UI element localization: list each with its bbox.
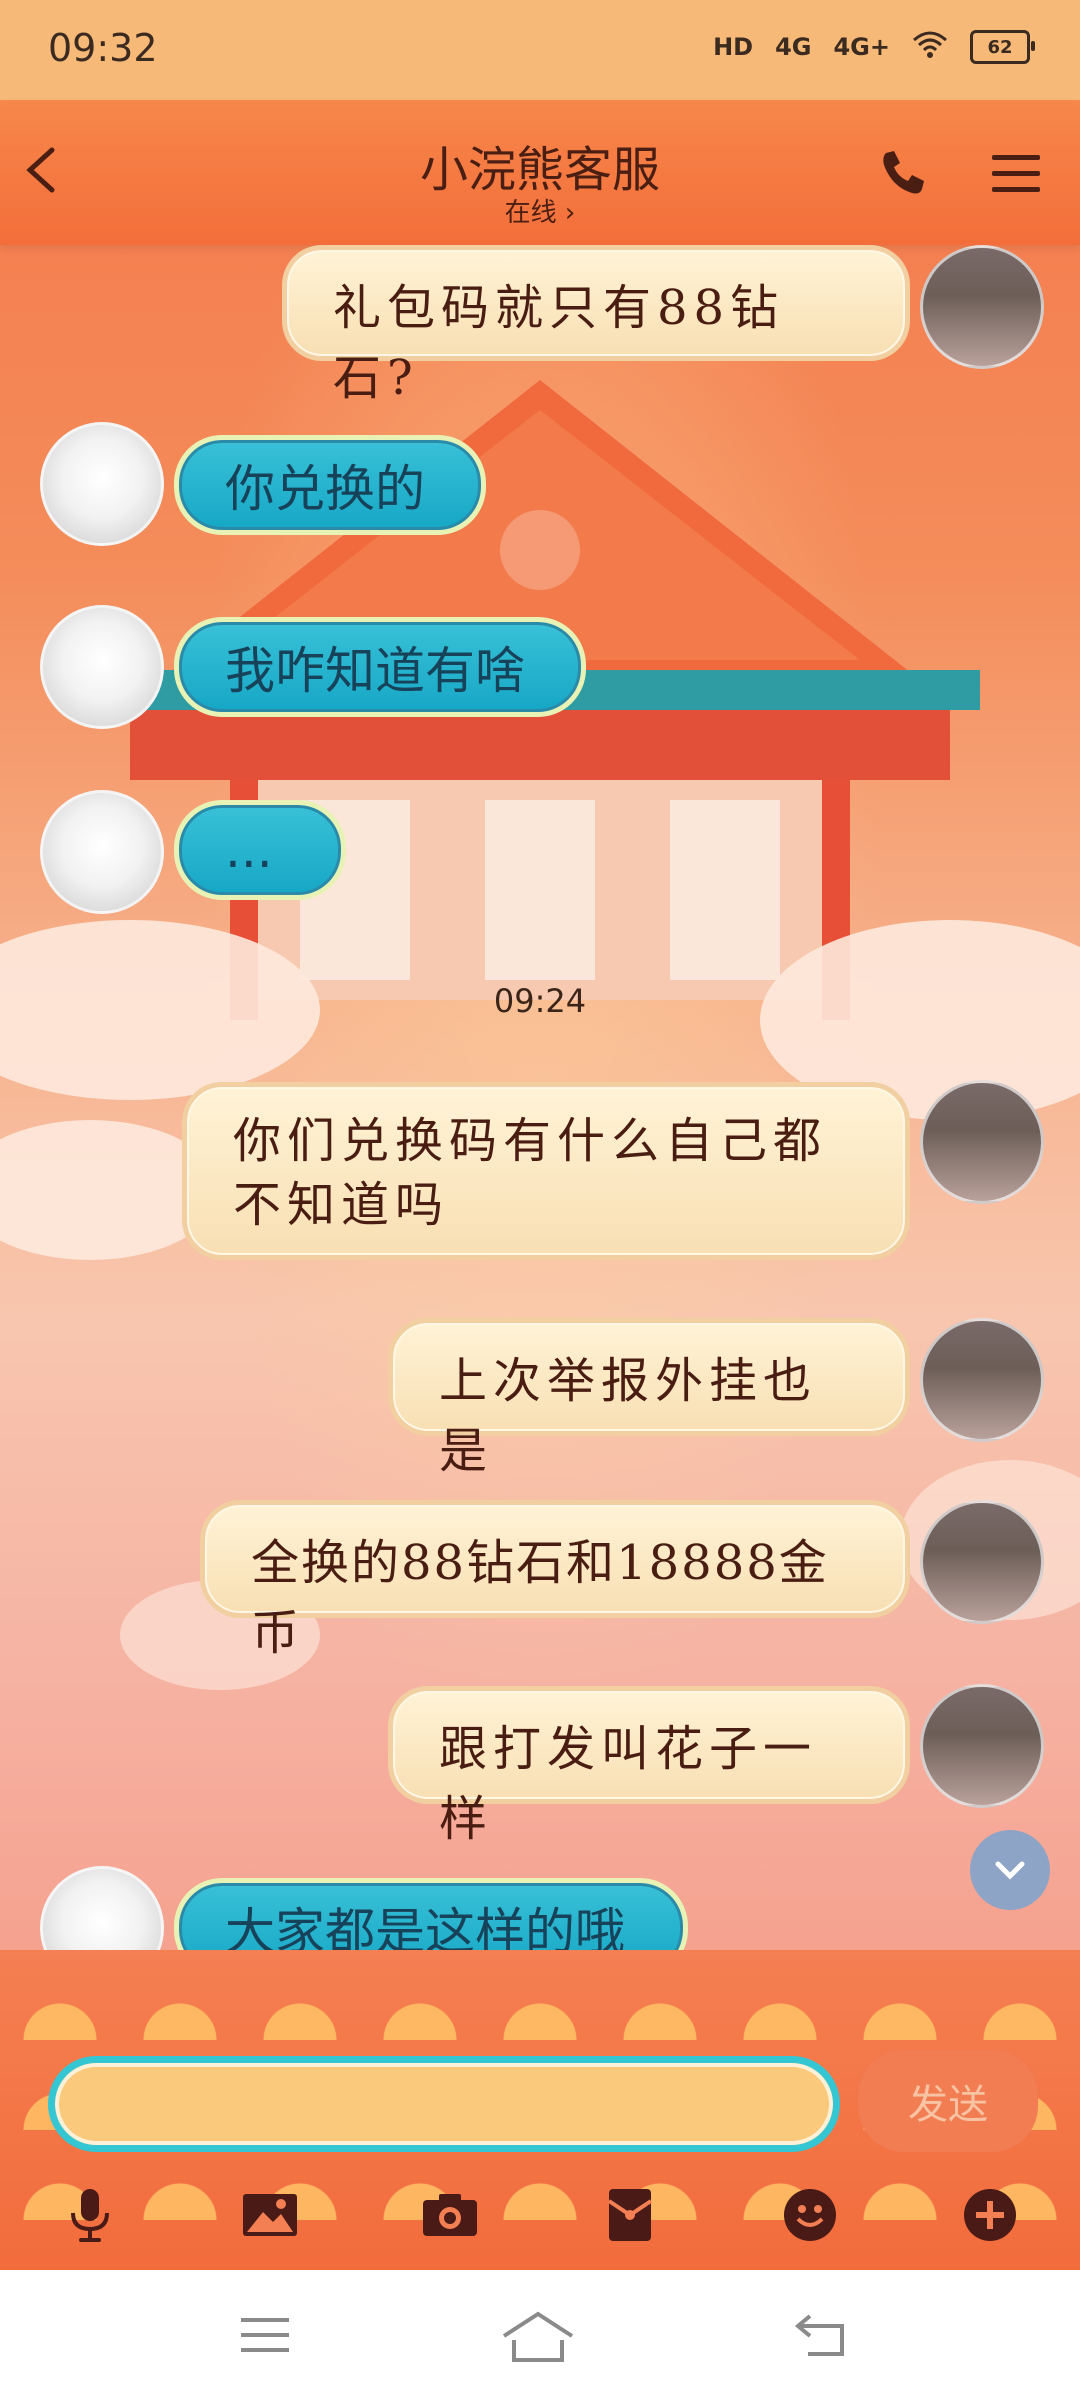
camera-icon [423, 2194, 477, 2236]
more-button[interactable] [960, 2185, 1020, 2245]
signal-4g-plus-icon: 4G+ [833, 33, 890, 61]
message-text: ... [225, 821, 273, 879]
gallery-button[interactable] [240, 2185, 300, 2245]
message-bubble-incoming[interactable]: 你兑换的 [174, 435, 486, 535]
red-envelope-icon [607, 2189, 653, 2241]
message-text: 你们兑换码有什么自己都不知道吗 [233, 1113, 828, 1233]
scroll-to-bottom-button[interactable] [970, 1830, 1050, 1910]
message-bubble-outgoing[interactable]: 跟打发叫花子一样 [388, 1686, 910, 1847]
composer-toolbar [0, 2165, 1080, 2265]
message-bubble-outgoing[interactable]: 上次举报外挂也是 [388, 1318, 910, 1479]
image-icon [243, 2194, 297, 2236]
plus-icon [964, 2189, 1016, 2241]
chat-header: 小浣熊客服 在线 › [0, 100, 1080, 245]
message-bubble-outgoing[interactable]: 全换的88钻石和18888金币 [200, 1500, 910, 1661]
send-button[interactable]: 发送 [858, 2050, 1038, 2152]
message-bubble-outgoing[interactable]: 你们兑换码有什么自己都不知道吗 [182, 1082, 910, 1260]
phone-icon [883, 151, 924, 194]
call-button[interactable] [874, 145, 930, 201]
status-time: 09:32 [48, 26, 158, 70]
status-bar: 09:32 HD 4G 4G+ 62 [0, 0, 1080, 100]
status-icons: HD 4G 4G+ 62 [713, 30, 1035, 64]
agent-avatar[interactable] [40, 605, 164, 729]
message-input-container [48, 2056, 840, 2152]
my-avatar[interactable] [920, 1684, 1044, 1808]
signal-4g-icon: 4G [775, 33, 812, 61]
message-bubble-outgoing[interactable]: 礼包码就只有88钻石? [282, 245, 910, 406]
camera-button[interactable] [420, 2185, 480, 2245]
menu-button[interactable] [988, 145, 1044, 201]
hd-indicator: HD [713, 33, 754, 61]
home-button[interactable] [500, 2310, 574, 2370]
hamburger-menu-icon [992, 155, 1040, 192]
back-nav-button[interactable] [790, 2310, 860, 2370]
battery-indicator: 62 [970, 30, 1035, 64]
emoji-button[interactable] [780, 2185, 840, 2245]
wifi-icon [912, 30, 948, 64]
my-avatar[interactable] [920, 1318, 1044, 1442]
my-avatar[interactable] [920, 1500, 1044, 1624]
back-arrow-icon [794, 2314, 844, 2356]
my-avatar[interactable] [920, 245, 1044, 369]
message-text: 你兑换的 [225, 460, 425, 518]
message-timestamp: 09:24 [493, 982, 587, 1020]
message-bubble-incoming[interactable]: 我咋知道有啥 [174, 617, 586, 717]
agent-avatar[interactable] [40, 790, 164, 914]
my-avatar[interactable] [920, 1080, 1044, 1204]
message-bubble-incoming[interactable]: ... [174, 800, 346, 900]
emoji-icon [784, 2189, 836, 2241]
recent-apps-button[interactable] [235, 2310, 305, 2370]
menu-lines-icon [241, 2318, 289, 2352]
agent-avatar[interactable] [40, 422, 164, 546]
chevron-down-icon [995, 1861, 1025, 1880]
message-input[interactable] [55, 2063, 833, 2145]
message-text: 我咋知道有啥 [225, 642, 525, 700]
voice-button[interactable] [60, 2185, 120, 2245]
system-navigation-bar [0, 2270, 1080, 2400]
red-envelope-button[interactable] [600, 2185, 660, 2245]
microphone-icon [71, 2189, 109, 2242]
home-icon [502, 2311, 574, 2362]
